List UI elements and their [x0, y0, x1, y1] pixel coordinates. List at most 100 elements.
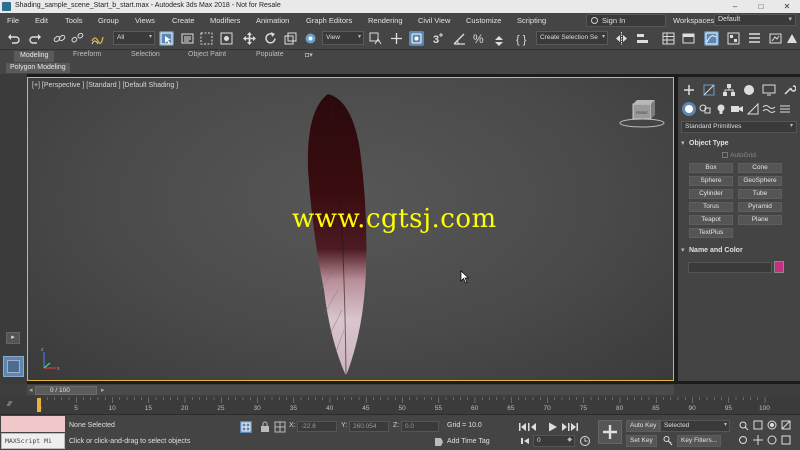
- manipulate-icon[interactable]: [389, 31, 404, 46]
- x-coordinate-field[interactable]: -22.8: [297, 421, 337, 432]
- maximize-button[interactable]: □: [748, 0, 774, 13]
- menu-tools[interactable]: Tools: [65, 16, 83, 25]
- redo-icon[interactable]: [28, 31, 43, 46]
- prev-frame-icon[interactable]: ◂: [29, 386, 33, 394]
- reference-coord-dropdown[interactable]: View ▾: [322, 31, 364, 45]
- snap-3d-icon[interactable]: 3: [431, 31, 446, 46]
- current-frame-spinner[interactable]: 0 ◆: [533, 435, 575, 447]
- select-by-name-icon[interactable]: [180, 31, 195, 46]
- create-tab-icon[interactable]: [682, 83, 696, 97]
- primitive-category-dropdown[interactable]: Standard Primitives ▾: [681, 121, 797, 133]
- rotate-icon[interactable]: [263, 31, 278, 46]
- menu-views[interactable]: Views: [135, 16, 155, 25]
- schematic-view-icon[interactable]: [726, 31, 741, 46]
- torus-button[interactable]: Torus: [689, 202, 733, 212]
- display-tab-icon[interactable]: [762, 83, 776, 97]
- selection-filter-dropdown[interactable]: All ▾: [113, 31, 155, 45]
- geosphere-button[interactable]: GeoSphere: [738, 176, 782, 186]
- z-coordinate-field[interactable]: 0.0: [401, 421, 439, 432]
- time-tag-icon[interactable]: [434, 437, 444, 447]
- isolate-selection-icon[interactable]: [240, 421, 252, 433]
- edit-named-selection-icon[interactable]: { }: [515, 31, 530, 46]
- menu-customize[interactable]: Customize: [466, 16, 501, 25]
- spacewarps-category-icon[interactable]: [762, 102, 776, 116]
- key-mode-dropdown[interactable]: Selected ▾: [660, 420, 730, 432]
- select-object-icon[interactable]: [159, 31, 174, 46]
- object-name-input[interactable]: [688, 262, 772, 273]
- menu-file[interactable]: File: [7, 16, 19, 25]
- bind-spacewarp-icon[interactable]: [90, 31, 105, 46]
- mirror-icon[interactable]: [614, 31, 629, 46]
- pivot-icon[interactable]: [368, 31, 383, 46]
- key-filters-button[interactable]: Key Filters...: [677, 435, 722, 447]
- viewport-layout-thumbnail[interactable]: [3, 356, 24, 377]
- time-slider-thumb[interactable]: 0 / 100: [35, 386, 97, 395]
- ribbon-subpanel-polygon-modeling[interactable]: Polygon Modeling: [6, 63, 70, 73]
- tab-object-paint[interactable]: Object Paint: [188, 51, 226, 62]
- pyramid-button[interactable]: Pyramid: [738, 202, 782, 212]
- track-bar-playhead[interactable]: [37, 398, 41, 412]
- window-crossing-icon[interactable]: [219, 31, 234, 46]
- keyboard-shortcut-icon[interactable]: [409, 31, 424, 46]
- menu-animation[interactable]: Animation: [256, 16, 289, 25]
- align-icon[interactable]: [635, 31, 650, 46]
- box-button[interactable]: Box: [689, 163, 733, 173]
- set-keys-button[interactable]: [598, 420, 622, 444]
- helpers-category-icon[interactable]: [746, 102, 760, 116]
- utilities-tab-icon[interactable]: [782, 83, 796, 97]
- set-key-button[interactable]: Set Key: [626, 435, 657, 447]
- workspace-dropdown[interactable]: Default ▾: [714, 14, 796, 26]
- viewport-label-menu[interactable]: [+] [Perspective ] [Standard ] [Default …: [32, 82, 178, 89]
- add-time-tag-button[interactable]: Add Time Tag: [447, 438, 490, 445]
- key-mode-toggle-icon[interactable]: [520, 436, 530, 446]
- sign-in-button[interactable]: Sign In: [586, 14, 666, 27]
- tab-populate[interactable]: Populate: [256, 51, 284, 62]
- sphere-button[interactable]: Sphere: [689, 176, 733, 186]
- rect-region-icon[interactable]: [199, 31, 214, 46]
- object-type-rollout[interactable]: ▾ Object Type: [681, 139, 729, 150]
- y-coordinate-field[interactable]: 260.054: [349, 421, 389, 432]
- hierarchy-tab-icon[interactable]: [722, 83, 736, 97]
- time-slider-track[interactable]: ◂ 0 / 100 ▸: [27, 385, 674, 395]
- tab-modeling[interactable]: Modeling: [14, 51, 55, 62]
- undo-icon[interactable]: [6, 31, 21, 46]
- viewcube[interactable]: FRONT: [618, 98, 666, 130]
- maxscript-mini-listener[interactable]: MAXScript Mi: [1, 433, 65, 449]
- textplus-button[interactable]: TextPlus: [689, 228, 733, 238]
- layer-explorer-icon[interactable]: [661, 31, 676, 46]
- perspective-viewport[interactable]: [+] [Perspective ] [Standard ] [Default …: [27, 77, 674, 381]
- tab-selection[interactable]: Selection: [131, 51, 160, 62]
- curve-editor-icon[interactable]: [704, 31, 719, 46]
- angle-snap-icon[interactable]: [452, 31, 467, 46]
- geometry-category-icon[interactable]: [682, 102, 696, 116]
- menu-scripting[interactable]: Scripting: [517, 16, 546, 25]
- material-editor-icon[interactable]: [747, 31, 762, 46]
- systems-category-icon[interactable]: [778, 102, 792, 116]
- menu-graph-editors[interactable]: Graph Editors: [306, 16, 352, 25]
- named-selection-dropdown[interactable]: Create Selection Se ▾: [536, 31, 608, 45]
- link-icon[interactable]: [52, 31, 67, 46]
- modify-tab-icon[interactable]: [702, 83, 716, 97]
- cameras-category-icon[interactable]: [730, 102, 744, 116]
- menu-create[interactable]: Create: [172, 16, 195, 25]
- track-bar[interactable]: ⁄⁄⁄ 051015202530354045505560657075808590…: [0, 397, 800, 415]
- plane-button[interactable]: Plane: [738, 215, 782, 225]
- close-button[interactable]: ✕: [774, 0, 800, 13]
- object-color-swatch[interactable]: [774, 261, 784, 273]
- render-icon[interactable]: [784, 31, 799, 46]
- lights-category-icon[interactable]: [714, 102, 728, 116]
- ribbon-toggle-icon[interactable]: [681, 31, 696, 46]
- menu-civil-view[interactable]: Civil View: [418, 16, 450, 25]
- percent-snap-icon[interactable]: %: [472, 31, 487, 46]
- selection-lock-icon[interactable]: [260, 421, 270, 433]
- scale-icon[interactable]: [283, 31, 298, 46]
- unlink-icon[interactable]: [70, 31, 85, 46]
- placement-icon[interactable]: [303, 31, 318, 46]
- absolute-mode-icon[interactable]: [274, 421, 286, 433]
- move-icon[interactable]: [242, 31, 257, 46]
- time-configuration-icon[interactable]: [579, 435, 591, 447]
- next-frame-icon[interactable]: ▸: [101, 386, 105, 394]
- spinner-snap-icon[interactable]: [492, 31, 507, 46]
- motion-tab-icon[interactable]: [742, 83, 756, 97]
- cone-button[interactable]: Cone: [738, 163, 782, 173]
